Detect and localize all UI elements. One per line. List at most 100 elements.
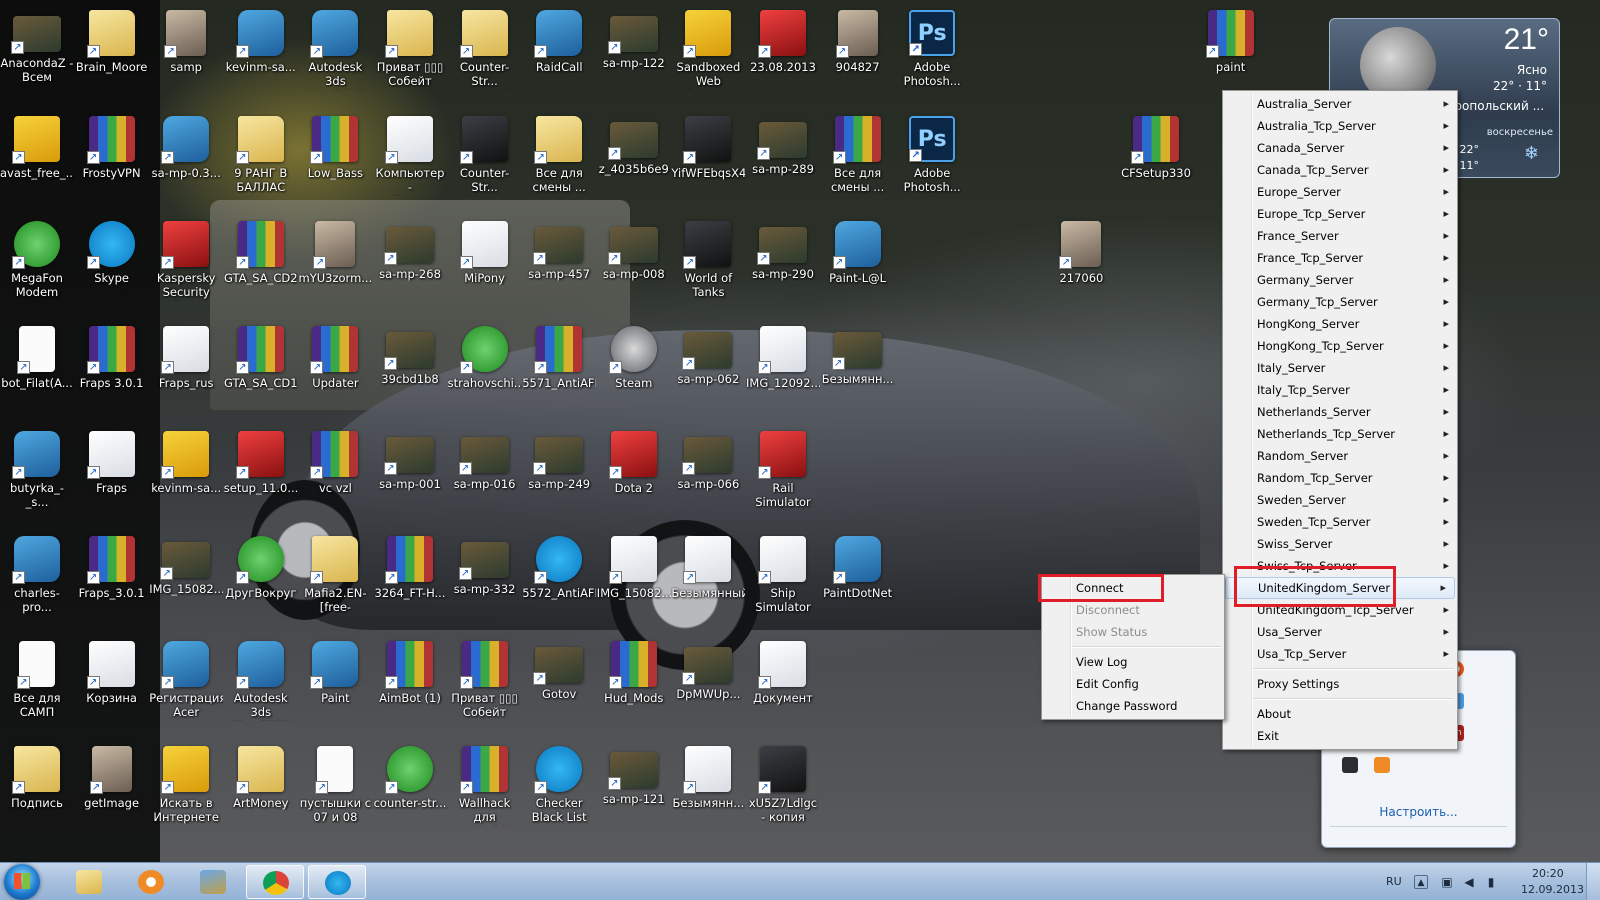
desktop-icon[interactable]: ↗ Counter-Str... Source (448, 110, 522, 214)
desktop-icon[interactable]: ↗ sa-mp-290 (746, 215, 820, 319)
desktop-icon[interactable]: ↗ 217060 (1044, 215, 1118, 319)
desktop-icon[interactable]: ↗ Sandboxed Web Browser (671, 4, 745, 108)
desktop-icon[interactable]: ↗ sa-mp-008 (597, 215, 671, 319)
desktop-icon[interactable]: ↗ Autodesk 3ds Max 2009 3... (298, 4, 372, 108)
desktop-icon[interactable]: ↗ Autodesk 3ds Max 2009 6... (224, 635, 298, 739)
menu-item-server[interactable]: Usa_Tcp_Server (1223, 643, 1457, 665)
desktop-icon[interactable]: ↗ Fraps_rus (149, 320, 223, 424)
desktop-icon[interactable]: ↗ mYU3zorm... (298, 215, 372, 319)
menu-item-server[interactable]: Random_Server (1223, 445, 1457, 467)
desktop-icon[interactable]: ↗ xU5Z7Ldlgc - копия (746, 740, 820, 844)
desktop-icon[interactable]: ↗ Adobe Photosh... (895, 4, 969, 108)
desktop-icon[interactable]: ↗ samp (149, 4, 223, 108)
clock-time[interactable]: 20:20 (1532, 867, 1564, 880)
desktop-icon[interactable]: ↗ IMG_12092... (746, 320, 820, 424)
menu-item-server[interactable]: Germany_Tcp_Server (1223, 291, 1457, 313)
desktop-icon[interactable]: ↗ Fraps_3.0.1 (75, 530, 149, 634)
desktop-icon[interactable]: ↗ butyrka_-_s... (0, 425, 74, 529)
desktop-icon[interactable]: ↗ 39cbd1b8 (373, 320, 447, 424)
menu-item-server[interactable]: Italy_Tcp_Server (1223, 379, 1457, 401)
desktop-icon[interactable]: ↗ RaidCall (522, 4, 596, 108)
desktop-icon[interactable]: ↗ World of Tanks (671, 215, 745, 319)
desktop-icon[interactable]: ↗ 3264_FT-H... (373, 530, 447, 634)
menu-item-server[interactable]: Canada_Tcp_Server (1223, 159, 1457, 181)
desktop-icon[interactable]: ↗ sa-mp-249 (522, 425, 596, 529)
desktop-icon[interactable]: ↗ 904827 (821, 4, 895, 108)
desktop-icon[interactable]: ↗ sa-mp-332 (448, 530, 522, 634)
desktop-icon[interactable]: ↗ ДругВокруг (224, 530, 298, 634)
menu-item-server[interactable]: Canada_Server (1223, 137, 1457, 159)
network-icon[interactable]: ▣ (1440, 875, 1454, 889)
desktop-icon[interactable]: ↗ Adobe Photosh... (895, 110, 969, 214)
menu-item-change-password[interactable]: Change Password (1042, 695, 1224, 717)
tray-customize-link[interactable]: Настроить... (1322, 805, 1515, 819)
desktop-icon[interactable]: ↗ Counter-Str... Source v34 (448, 4, 522, 108)
desktop-icon[interactable]: ↗ Low_Bass (298, 110, 372, 214)
menu-item-server[interactable]: Usa_Server (1223, 621, 1457, 643)
desktop-icon[interactable]: ↗ Подпись (0, 740, 74, 844)
desktop-icon[interactable]: ↗ ArtMoney (224, 740, 298, 844)
menu-item-proxy-settings[interactable]: Proxy Settings (1223, 673, 1457, 695)
desktop-icon[interactable]: ↗ 5572_AntiAFK (522, 530, 596, 634)
desktop-icon[interactable]: ↗ counter-str... (373, 740, 447, 844)
taskbar-chrome-button[interactable] (246, 865, 304, 899)
tray-steam-icon[interactable] (1342, 757, 1358, 773)
menu-item-server[interactable]: Netherlands_Tcp_Server (1223, 423, 1457, 445)
desktop-icon[interactable]: ↗ AnacondaZ - Всем Пизд... (0, 4, 74, 108)
desktop-icon[interactable]: ↗ YifWFEbqsX4 (671, 110, 745, 214)
menu-item-exit[interactable]: Exit (1223, 725, 1457, 747)
desktop-icon[interactable]: ↗ 23.08.2013 (746, 4, 820, 108)
desktop-icon[interactable]: ↗ Dota 2 (597, 425, 671, 529)
taskbar-app-button[interactable] (184, 865, 242, 899)
taskbar-media-player-button[interactable] (122, 865, 180, 899)
menu-item-server[interactable]: Australia_Tcp_Server (1223, 115, 1457, 137)
menu-item-server[interactable]: HongKong_Tcp_Server (1223, 335, 1457, 357)
desktop-icon[interactable]: ↗ DpMWUp... (671, 635, 745, 739)
desktop-icon[interactable]: ↗ setup_11.0... (224, 425, 298, 529)
desktop-icon[interactable]: ↗ Updater (298, 320, 372, 424)
menu-item-about[interactable]: About (1223, 703, 1457, 725)
desktop-icon[interactable]: ↗ Steam (597, 320, 671, 424)
signal-icon[interactable]: ▮ (1484, 875, 1498, 889)
desktop-icon[interactable]: ↗ Fraps 3.0.1 (75, 320, 149, 424)
menu-item-server[interactable]: Europe_Tcp_Server (1223, 203, 1457, 225)
menu-item-server[interactable]: Netherlands_Server (1223, 401, 1457, 423)
desktop-icon[interactable]: ↗ PaintDotNet (821, 530, 895, 634)
desktop-icon[interactable]: ↗ Искать в Интернете (149, 740, 223, 844)
desktop-icon[interactable]: ↗ Checker Black List (522, 740, 596, 844)
desktop-icon[interactable]: ↗ avast_free_... (0, 110, 74, 214)
desktop-icon[interactable]: ↗ AimBot (1) (373, 635, 447, 739)
desktop-icon[interactable]: ↗ sa-mp-289 (746, 110, 820, 214)
tray-app-icon[interactable] (1374, 757, 1390, 773)
desktop-icon[interactable]: ↗ vc vzl (298, 425, 372, 529)
volume-icon[interactable]: ◀ (1462, 875, 1476, 889)
show-desktop-button[interactable] (1586, 863, 1600, 900)
desktop-icon[interactable]: ↗ MegaFon Modem (0, 215, 74, 319)
desktop-icon[interactable]: ↗ sa-mp-121 (597, 740, 671, 844)
menu-item-server[interactable]: HongKong_Server (1223, 313, 1457, 335)
menu-item-server[interactable]: Australia_Server (1223, 93, 1457, 115)
show-hidden-icons-arrow[interactable]: ▲ (1414, 875, 1428, 889)
desktop-icon[interactable]: ↗ Регистрация Acer (149, 635, 223, 739)
menu-item-server[interactable]: Swiss_Server (1223, 533, 1457, 555)
menu-item-server[interactable]: France_Tcp_Server (1223, 247, 1457, 269)
desktop-icon[interactable]: ↗ Все для САМП (0, 635, 74, 739)
desktop-icon[interactable]: ↗ Wallhack для css v34 (448, 740, 522, 844)
desktop-icon[interactable]: ↗ MiPony (448, 215, 522, 319)
desktop-icon[interactable]: ↗ Приват ▯▯▯ Собейт (448, 635, 522, 739)
menu-item-server[interactable]: Europe_Server (1223, 181, 1457, 203)
desktop-icon[interactable]: ↗ sa-mp-457 (522, 215, 596, 319)
desktop-icon[interactable]: ↗ strahovschi... (448, 320, 522, 424)
language-indicator[interactable]: RU (1386, 875, 1402, 888)
desktop-icon[interactable]: ↗ Все для смены ... (821, 110, 895, 214)
desktop-icon[interactable]: ↗ kevinm-sa... (224, 4, 298, 108)
desktop-icon[interactable]: ↗ Ship Simulator (746, 530, 820, 634)
menu-item-server[interactable]: Sweden_Server (1223, 489, 1457, 511)
desktop-icon[interactable]: ↗ sa-mp-016 (448, 425, 522, 529)
desktop-icon[interactable]: ↗ 5571_AntiAFK (522, 320, 596, 424)
desktop-icon[interactable]: ↗ sa-mp-062 (671, 320, 745, 424)
menu-item-server[interactable]: France_Server (1223, 225, 1457, 247)
desktop-icon[interactable]: ↗ Документ (746, 635, 820, 739)
desktop-icon[interactable]: ↗ Brain_Moore (75, 4, 149, 108)
taskbar-skype-button[interactable] (308, 865, 366, 899)
